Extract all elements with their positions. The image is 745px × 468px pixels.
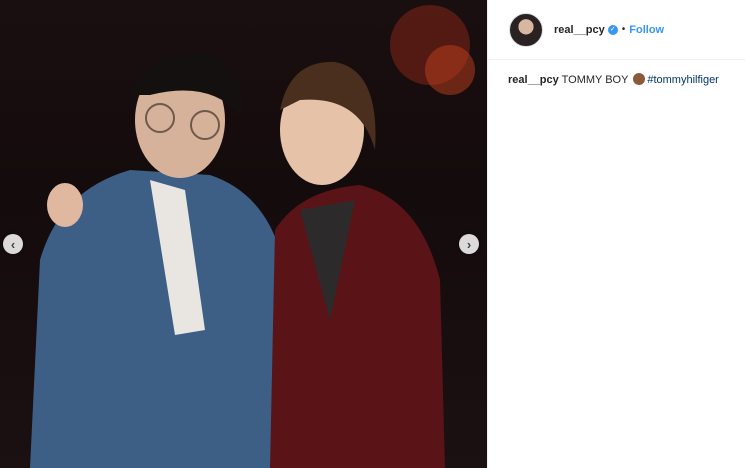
monkey-emoji-icon [633, 73, 646, 85]
post-caption: real__pcy TOMMY BOY #tommyhilfiger [488, 60, 745, 87]
photo-illustration [30, 5, 475, 468]
caption-username[interactable]: real__pcy [508, 74, 559, 86]
chevron-left-icon: ‹ [10, 236, 16, 252]
caption-text: TOMMY BOY [561, 74, 629, 86]
follow-button[interactable]: Follow [629, 24, 664, 36]
post-photo: ‹ › [0, 0, 487, 468]
separator-dot: • [621, 24, 626, 35]
post-username[interactable]: real__pcy [554, 24, 605, 36]
post-header: real__pcy ✓ • Follow [488, 0, 745, 60]
carousel-next-button[interactable]: › [459, 234, 479, 254]
verified-badge-icon: ✓ [607, 24, 618, 35]
caption-hashtag-link[interactable]: #tommyhilfiger [647, 74, 719, 86]
post-side-panel: real__pcy ✓ • Follow real__pcy TOMMY BOY… [487, 0, 745, 468]
chevron-right-icon: › [466, 236, 472, 252]
avatar[interactable] [509, 12, 543, 47]
carousel-prev-button[interactable]: ‹ [3, 234, 23, 254]
